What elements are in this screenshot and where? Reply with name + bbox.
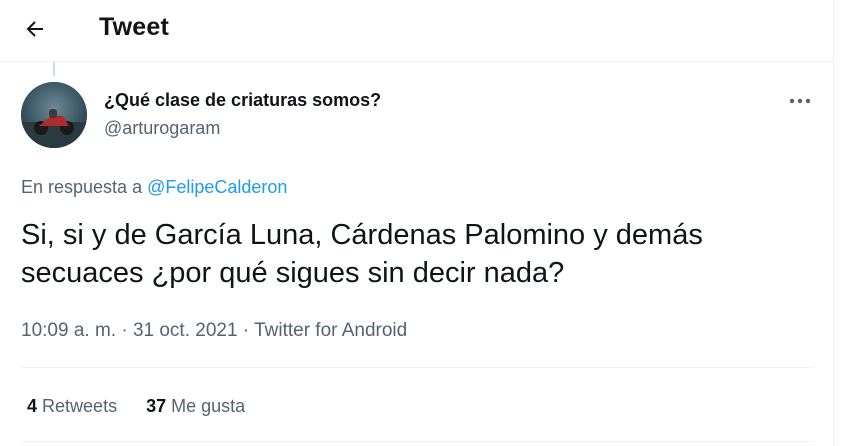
avatar[interactable] [21,82,87,148]
likes-label: Me gusta [171,396,246,416]
tweet-text: Si, si y de García Luna, Cárdenas Palomi… [21,216,821,292]
retweets-count: 4 [27,396,38,416]
tweet-stats: 4 Retweets 37 Me gusta [27,396,245,417]
retweets-label: Retweets [42,396,118,416]
divider [21,367,814,368]
tweet-text-line: Si, si y de García Luna, Cárdenas Palomi… [21,219,703,251]
page-title: Tweet [99,13,169,41]
page-header: Tweet [0,0,834,62]
tweet-timestamp[interactable]: 10:09 a. m. · 31 oct. 2021 · [21,320,249,341]
back-button[interactable] [16,10,54,48]
reply-prefix: En respuesta a [21,177,143,197]
likes-count: 37 [146,396,167,416]
more-dots-icon [789,98,811,104]
divider [21,441,814,442]
tweet-metadata: 10:09 a. m. · 31 oct. 2021 · Twitter for… [21,320,407,342]
more-options-button[interactable] [783,88,817,114]
reply-mention-link[interactable]: @FelipeCalderon [147,177,287,197]
tweet-text-line: secuaces ¿por qué sigues sin decir nada? [21,257,565,289]
tweet-page: Tweet ¿Qué clase de criaturas somos? @ar… [0,0,834,446]
avatar-photo-icon [21,82,87,148]
reply-context: En respuesta a @FelipeCalderon [21,177,287,198]
retweets-stat[interactable]: 4 Retweets [27,396,117,417]
likes-stat[interactable]: 37 Me gusta [146,396,245,417]
tweet-source[interactable]: Twitter for Android [254,320,407,341]
author-display-name[interactable]: ¿Qué clase de criaturas somos? [104,90,381,111]
thread-connector [53,62,55,76]
author-handle[interactable]: @arturogaram [104,118,220,139]
arrow-left-icon [26,21,43,37]
